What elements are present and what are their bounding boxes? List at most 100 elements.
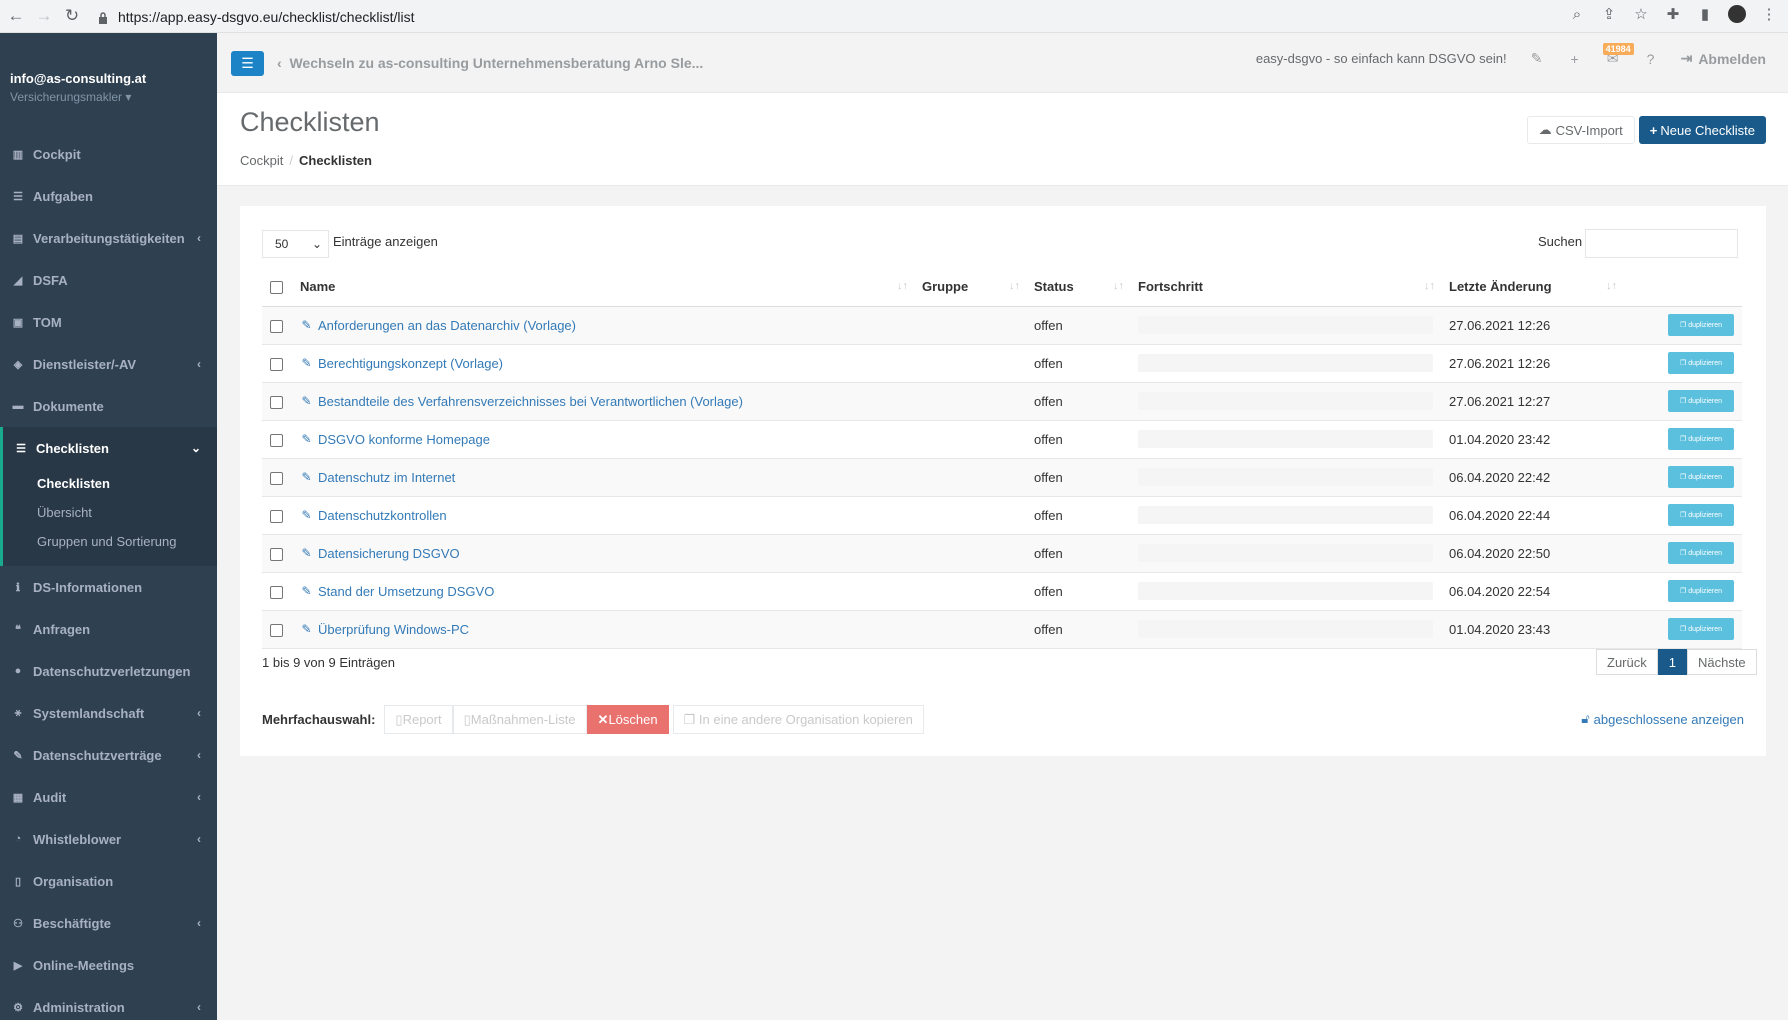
checklist-link[interactable]: ✎ DSGVO konforme Homepage	[300, 432, 490, 447]
checklist-link[interactable]: ✎ Datenschutz im Internet	[300, 470, 455, 485]
row-checkbox[interactable]	[270, 433, 283, 447]
edit-icon[interactable]: ✎	[1529, 50, 1545, 67]
page-length-select[interactable]: 50 ⌄	[262, 230, 329, 258]
star-icon[interactable]: ☆	[1632, 5, 1650, 23]
row-checkbox[interactable]	[270, 585, 283, 599]
sidebar-item-dokumente[interactable]: ▬ Dokumente	[0, 385, 217, 427]
sidebar-item-dienstleister[interactable]: ◈ Dienstleister/-AV ‹	[0, 343, 217, 385]
page-1-button[interactable]: 1	[1657, 649, 1687, 675]
page-length-label: Einträge anzeigen	[333, 234, 438, 249]
user-profile[interactable]: info@as-consulting.at Versicherungsmakle…	[0, 33, 217, 128]
duplicate-button[interactable]: ❐ duplizieren	[1668, 618, 1734, 640]
switch-organization-link[interactable]: ‹ Wechseln zu as-consulting Unternehmens…	[277, 55, 703, 71]
prev-page-button[interactable]: Zurück	[1596, 649, 1658, 675]
sidebar-item-aufgaben[interactable]: ☰ Aufgaben	[0, 175, 217, 217]
column-fortschritt[interactable]: Fortschritt ↓↑	[1130, 268, 1441, 307]
reload-icon[interactable]: ↻	[60, 4, 84, 28]
sidebar-item-cockpit[interactable]: ▥ Cockpit	[0, 133, 217, 175]
duplicate-button[interactable]: ❐ duplizieren	[1668, 390, 1734, 412]
checklist-link[interactable]: ✎ Datensicherung DSGVO	[300, 546, 459, 561]
duplicate-button[interactable]: ❐ duplizieren	[1668, 580, 1734, 602]
kebab-menu-icon[interactable]: ⋮	[1760, 5, 1778, 23]
sidebar-item-anfragen[interactable]: ❝ Anfragen	[0, 608, 217, 650]
row-status: offen	[1026, 534, 1130, 573]
row-status: offen	[1026, 610, 1130, 649]
sidebar-item-ds-informationen[interactable]: ℹ DS-Informationen	[0, 566, 217, 608]
row-checkbox[interactable]	[270, 547, 283, 561]
checklist-link[interactable]: ✎ Datenschutzkontrollen	[300, 508, 446, 523]
delete-button[interactable]: ✕ Löschen	[586, 705, 669, 734]
lock-icon: ▣	[12, 316, 24, 329]
copy-to-org-button[interactable]: ❐ In eine andere Organisation kopieren	[672, 705, 924, 734]
sidebar-item-datenschutzvertraege[interactable]: ✎ Datenschutzverträge ‹	[0, 734, 217, 776]
sidepanel-icon[interactable]: ▮	[1696, 5, 1714, 23]
row-checkbox[interactable]	[270, 471, 283, 485]
measures-list-button[interactable]: ▯ Maßnahmen-Liste	[452, 705, 587, 734]
checklist-link[interactable]: ✎ Bestandteile des Verfahrensverzeichniss…	[300, 394, 742, 409]
duplicate-button[interactable]: ❐ duplizieren	[1668, 542, 1734, 564]
sidebar-item-systemlandschaft[interactable]: ⚹ Systemlandschaft ‹	[0, 692, 217, 734]
sidebar-item-administration[interactable]: ⚙ Administration ‹	[0, 986, 217, 1020]
duplicate-button[interactable]: ❐ duplizieren	[1668, 352, 1734, 374]
next-page-button[interactable]: Nächste	[1686, 649, 1757, 675]
checklist-link[interactable]: ✎ Überprüfung Windows-PC	[300, 622, 469, 637]
duplicate-button[interactable]: ❐ duplizieren	[1668, 428, 1734, 450]
building-icon: ▯	[14, 875, 22, 888]
menu-toggle-button[interactable]: ☰	[231, 51, 264, 76]
help-icon[interactable]: ?	[1643, 51, 1659, 67]
sidebar-item-online-meetings[interactable]: ▶ Online-Meetings	[0, 944, 217, 986]
subnav-uebersicht[interactable]: Übersicht	[3, 498, 217, 527]
subnav-checklisten[interactable]: Checklisten	[3, 469, 217, 498]
sidebar-item-whistleblower[interactable]: ◔ Whistleblower ‹	[0, 818, 217, 860]
duplicate-button[interactable]: ❐ duplizieren	[1668, 314, 1734, 336]
sidebar-item-verarbeitung[interactable]: ▤ Verarbeitungstätigkeiten ‹	[0, 217, 217, 259]
column-status[interactable]: Status ↓↑	[1026, 268, 1130, 307]
address-bar[interactable]: https://app.easy-dsgvo.eu/checklist/chec…	[98, 4, 414, 29]
sidebar-item-beschaeftigte[interactable]: ⚇ Beschäftigte ‹	[0, 902, 217, 944]
plus-icon[interactable]: +	[1567, 51, 1583, 67]
row-checkbox[interactable]	[270, 319, 283, 333]
column-name[interactable]: Name ↓↑	[292, 268, 914, 307]
checklist-link[interactable]: ✎ Stand der Umsetzung DSGVO	[300, 584, 494, 599]
row-date: 06.04.2020 22:54	[1441, 572, 1623, 611]
sidebar-item-tom[interactable]: ▣ TOM	[0, 301, 217, 343]
extensions-icon[interactable]: ✚	[1664, 5, 1682, 23]
checklist-link[interactable]: ✎ Anforderungen an das Datenarchiv (Vorla…	[300, 318, 576, 333]
row-checkbox[interactable]	[270, 623, 283, 637]
subnav-gruppen[interactable]: Gruppen und Sortierung	[3, 527, 217, 556]
list-icon: ☰	[16, 442, 26, 455]
select-all-checkbox[interactable]	[270, 281, 283, 295]
row-date: 06.04.2020 22:44	[1441, 496, 1623, 535]
breadcrumb-home[interactable]: Cockpit	[240, 153, 283, 168]
duplicate-button[interactable]: ❐ duplizieren	[1668, 466, 1734, 488]
show-closed-link[interactable]: 🔓︎ abgeschlossene anzeigen	[1581, 711, 1744, 727]
sidebar-item-dsfa[interactable]: ◢ DSFA	[0, 259, 217, 301]
edit-icon: ✎	[301, 318, 312, 333]
share-icon[interactable]: ⇪	[1600, 5, 1618, 23]
new-checklist-button[interactable]: + Neue Checkliste	[1638, 116, 1766, 144]
mail-icon[interactable]: ✉ 41984	[1602, 42, 1634, 67]
edit-icon: ✎	[301, 584, 312, 599]
column-gruppe[interactable]: Gruppe ↓↑	[914, 268, 1026, 307]
logout-link[interactable]: ⇥ Abmelden	[1681, 50, 1766, 67]
mail-count-badge: 41984	[1602, 42, 1634, 55]
row-checkbox[interactable]	[270, 395, 283, 409]
profile-avatar[interactable]	[1728, 5, 1746, 23]
back-icon[interactable]: ←	[4, 4, 28, 28]
checklist-link[interactable]: ✎ Berechtigungskonzept (Vorlage)	[300, 356, 503, 371]
row-checkbox[interactable]	[270, 357, 283, 371]
column-letzte-aenderung[interactable]: Letzte Änderung ↓↑	[1441, 268, 1623, 307]
sidebar-item-audit[interactable]: ▦ Audit ‹	[0, 776, 217, 818]
sidebar-item-organisation[interactable]: ▯ Organisation	[0, 860, 217, 902]
sidebar-item-checklisten[interactable]: ☰ Checklisten ⌄	[0, 427, 217, 469]
forward-icon[interactable]: →	[32, 4, 56, 28]
zoom-icon[interactable]: ⌕	[1568, 5, 1586, 23]
sidebar-item-datenschutzverletzungen[interactable]: ● Datenschutzverletzungen	[0, 650, 217, 692]
search-input[interactable]	[1585, 229, 1738, 258]
report-button[interactable]: ▯ Report	[384, 705, 453, 734]
row-checkbox[interactable]	[270, 509, 283, 523]
duplicate-button[interactable]: ❐ duplizieren	[1668, 504, 1734, 526]
copy-icon: ❐	[1679, 588, 1687, 595]
user-role[interactable]: Versicherungsmakler ▾	[10, 90, 207, 104]
csv-import-button[interactable]: ☁ CSV-Import	[1526, 116, 1635, 144]
